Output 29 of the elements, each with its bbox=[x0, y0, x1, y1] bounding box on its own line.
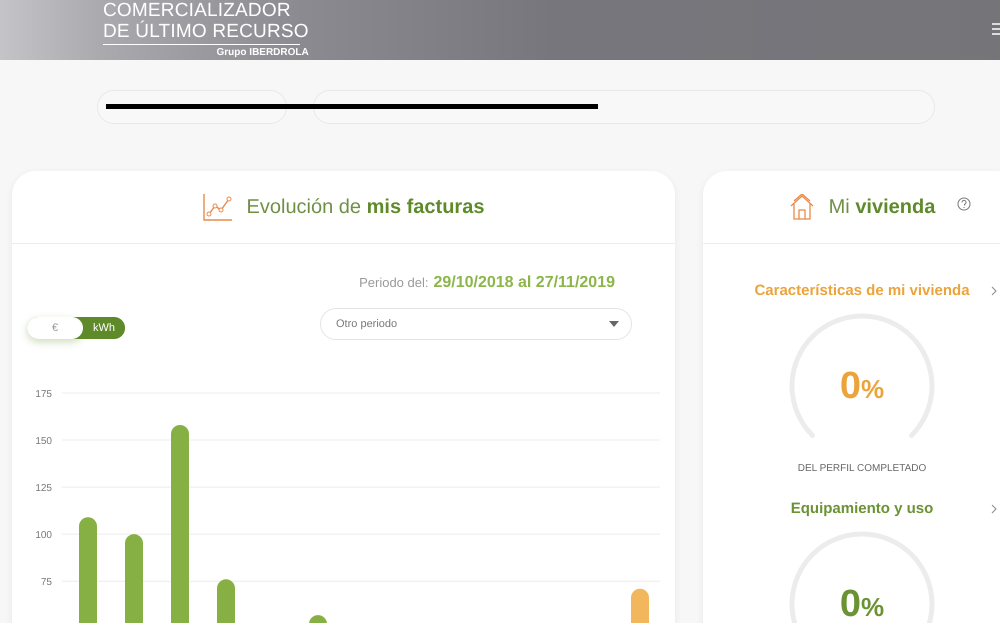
card-title: Mi vivienda bbox=[828, 196, 936, 218]
axis-label: 125 bbox=[35, 483, 52, 494]
logo-text: COMERCIALIZADOR bbox=[103, 0, 292, 21]
input-field[interactable] bbox=[313, 90, 935, 124]
chevron-icon[interactable] bbox=[991, 504, 997, 514]
card-title: Evolución de mis facturas bbox=[246, 196, 484, 218]
axis-label: 75 bbox=[40, 577, 52, 588]
help-icon[interactable] bbox=[957, 197, 971, 211]
house-icon bbox=[788, 194, 815, 220]
caret-icon bbox=[609, 321, 619, 327]
period-label: Periodo del: bbox=[359, 275, 428, 290]
period-dropdown[interactable]: Otro periodo bbox=[320, 308, 632, 340]
period-dates: 29/10/2018 al 27/11/2019 bbox=[433, 274, 615, 292]
section-link[interactable]: Características de mi vivienda bbox=[754, 282, 970, 299]
menu-icon[interactable] bbox=[992, 22, 1000, 36]
percent-value: 0 bbox=[840, 364, 861, 408]
gauge-caption: DEL PERFIL COMPLETADO bbox=[798, 463, 926, 474]
percent-value: 0 bbox=[840, 582, 861, 623]
logo-text: DE ÚLTIMO RECURSO bbox=[103, 21, 309, 42]
section-link[interactable]: Equipamiento y uso bbox=[790, 500, 934, 517]
line-chart-icon bbox=[202, 193, 233, 221]
chevron-icon[interactable] bbox=[991, 286, 997, 296]
axis-label: 100 bbox=[35, 530, 52, 542]
logo-subtitle: Grupo IBERDROLA bbox=[216, 47, 309, 58]
axis-label: 150 bbox=[35, 436, 52, 448]
axis-label: 175 bbox=[35, 389, 52, 400]
percent-sign: % bbox=[861, 374, 884, 404]
unit-tab[interactable]: € bbox=[27, 317, 83, 339]
percent-sign: % bbox=[861, 592, 884, 622]
